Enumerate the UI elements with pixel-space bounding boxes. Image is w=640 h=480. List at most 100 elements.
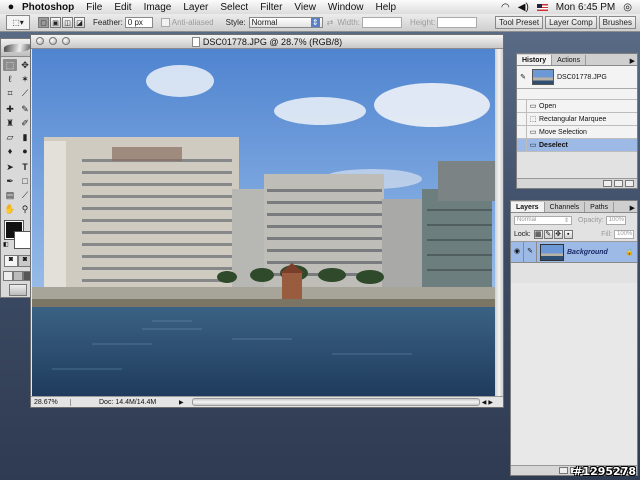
- layer-row-background[interactable]: ◉ ✎ Background 🔒: [511, 242, 637, 263]
- layer-name[interactable]: Background: [567, 249, 608, 256]
- menu-help[interactable]: Help: [376, 2, 397, 13]
- close-window-icon[interactable]: [36, 37, 44, 45]
- opacity-input[interactable]: 100%: [605, 215, 626, 225]
- history-panel: History Actions ▶ ✎ DSC01778.JPG ▭ Open …: [516, 53, 638, 189]
- well-tab-tool-preset[interactable]: Tool Preset: [495, 16, 544, 29]
- link-layers-icon[interactable]: [559, 467, 568, 474]
- layer-link-brush-icon[interactable]: ✎: [524, 242, 537, 262]
- menu-view[interactable]: View: [294, 2, 316, 13]
- notes-tool-icon[interactable]: ▤: [3, 189, 17, 201]
- screen-mode-standard-icon[interactable]: [3, 271, 13, 281]
- default-colors-icon[interactable]: ◧: [3, 241, 9, 248]
- tab-actions[interactable]: Actions: [552, 55, 587, 65]
- menu-image[interactable]: Image: [144, 2, 172, 13]
- options-bar: ⬚▾ ▢ ▣ ◫ ◪ Feather: 0 px Anti-aliased St…: [0, 14, 640, 32]
- scroll-left-icon[interactable]: ◀: [482, 399, 487, 406]
- antialiased-checkbox[interactable]: [160, 18, 170, 27]
- apple-menu-icon[interactable]: ●: [0, 1, 22, 13]
- history-step-brush-cell[interactable]: [517, 139, 527, 151]
- menu-edit[interactable]: Edit: [114, 2, 131, 13]
- menu-filter[interactable]: Filter: [260, 2, 282, 13]
- new-document-from-state-icon[interactable]: [603, 180, 612, 187]
- clock[interactable]: Mon 6:45 PM: [556, 2, 615, 13]
- status-menu-arrow-icon[interactable]: ▶: [179, 399, 184, 406]
- panel-menu-icon[interactable]: ▶: [630, 57, 637, 65]
- well-tab-brushes[interactable]: Brushes: [598, 16, 636, 29]
- flag-icon[interactable]: [536, 3, 548, 11]
- history-step-brush-cell[interactable]: [517, 126, 527, 138]
- scroll-right-icon[interactable]: ▶: [488, 399, 493, 406]
- lock-position-icon[interactable]: ✥: [553, 229, 563, 239]
- clone-stamp-tool-icon[interactable]: ♜: [3, 117, 17, 129]
- opacity-label: Opacity:: [578, 216, 604, 224]
- menu-bar: ● Photoshop File Edit Image Layer Select…: [0, 0, 640, 15]
- lock-image-icon[interactable]: ✎: [543, 229, 553, 239]
- blur-tool-icon[interactable]: ♦: [3, 145, 17, 157]
- marquee-tool-icon[interactable]: ⬚: [3, 59, 17, 71]
- history-step[interactable]: ⬚ Rectangular Marquee: [517, 113, 637, 126]
- lock-all-icon[interactable]: ▪: [563, 229, 573, 239]
- horizontal-scrollbar[interactable]: [191, 398, 480, 406]
- well-tab-layer-comp[interactable]: Layer Comp: [545, 16, 597, 29]
- new-selection-button[interactable]: ▢: [38, 17, 49, 28]
- layer-visibility-eye-icon[interactable]: ◉: [511, 242, 524, 262]
- volume-icon[interactable]: ◀): [518, 2, 529, 13]
- lock-transparency-icon[interactable]: ▦: [533, 229, 543, 239]
- panel-menu-icon[interactable]: ▶: [630, 204, 637, 212]
- jump-to-imageready-icon[interactable]: [9, 284, 27, 296]
- marquee-tool-preset[interactable]: ⬚▾: [6, 15, 30, 30]
- width-input[interactable]: [362, 17, 402, 28]
- screen-mode-full-menu-icon[interactable]: [13, 271, 23, 281]
- lasso-tool-icon[interactable]: ℓ: [3, 73, 17, 85]
- menu-select[interactable]: Select: [220, 2, 248, 13]
- vertical-scrollbar[interactable]: [495, 49, 503, 398]
- intersect-selection-button[interactable]: ◪: [74, 17, 85, 28]
- tab-layers[interactable]: Layers: [511, 202, 545, 212]
- zoom-window-icon[interactable]: [62, 37, 70, 45]
- menu-file[interactable]: File: [86, 2, 102, 13]
- hand-tool-icon[interactable]: ✋: [3, 203, 17, 215]
- history-step[interactable]: ▭ Move Selection: [517, 126, 637, 139]
- snapshot-name: DSC01778.JPG: [557, 73, 607, 81]
- new-snapshot-icon[interactable]: [614, 180, 623, 187]
- history-step-brush-cell[interactable]: [517, 100, 527, 112]
- tab-paths[interactable]: Paths: [585, 202, 615, 212]
- minimize-window-icon[interactable]: [49, 37, 57, 45]
- height-input[interactable]: [437, 17, 478, 28]
- feather-input[interactable]: 0 px: [124, 17, 153, 28]
- snapshot-thumbnail: [532, 69, 554, 85]
- image-canvas[interactable]: [32, 49, 495, 398]
- subtract-selection-button[interactable]: ◫: [62, 17, 73, 28]
- style-select[interactable]: Normal ⇕: [248, 17, 323, 28]
- history-step-selected[interactable]: ▭ Deselect: [517, 139, 637, 152]
- path-selection-tool-icon[interactable]: ➤: [3, 161, 17, 173]
- history-brush-source-icon[interactable]: ✎: [517, 73, 529, 81]
- document-title-bar[interactable]: DSC01778.JPG @ 28.7% (RGB/8): [31, 35, 503, 49]
- eraser-tool-icon[interactable]: ▱: [3, 131, 17, 143]
- menu-layer[interactable]: Layer: [183, 2, 208, 13]
- crop-tool-icon[interactable]: ⌗: [3, 87, 17, 99]
- history-panel-tabs: History Actions ▶: [517, 54, 637, 66]
- delete-state-icon[interactable]: [625, 180, 634, 187]
- history-step[interactable]: ▭ Open: [517, 100, 637, 113]
- fill-input[interactable]: 100%: [614, 229, 634, 239]
- blend-mode-select[interactable]: Normal ⇕: [514, 215, 572, 225]
- standard-mode-icon[interactable]: ◙: [4, 255, 18, 267]
- photo-harbour-buildings: [32, 49, 495, 398]
- wifi-icon[interactable]: ◠: [501, 2, 510, 13]
- layers-empty-area: [511, 283, 637, 465]
- menu-app-name[interactable]: Photoshop: [22, 2, 74, 13]
- history-snapshot-row[interactable]: ✎ DSC01778.JPG: [517, 66, 637, 89]
- tab-history[interactable]: History: [517, 55, 553, 65]
- history-step-brush-cell[interactable]: [517, 113, 527, 125]
- layers-panel-tabs: Layers Channels Paths ▶: [511, 201, 637, 213]
- toolbox-header[interactable]: [1, 39, 33, 57]
- zoom-level[interactable]: 28.67%: [31, 398, 71, 406]
- add-selection-button[interactable]: ▣: [50, 17, 61, 28]
- swap-dimensions-icon[interactable]: ⇄: [327, 18, 334, 27]
- spotlight-icon[interactable]: ◎: [623, 2, 632, 13]
- menu-window[interactable]: Window: [328, 2, 364, 13]
- healing-brush-tool-icon[interactable]: ✚: [3, 103, 17, 115]
- tab-channels[interactable]: Channels: [545, 202, 586, 212]
- pen-tool-icon[interactable]: ✒: [3, 175, 17, 187]
